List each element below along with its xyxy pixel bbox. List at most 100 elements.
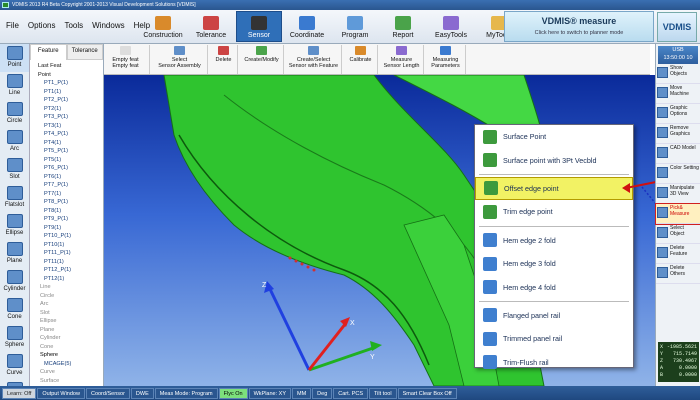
menu-item-surface-point[interactable]: Surface Point xyxy=(475,125,633,148)
right-tool-move-machine[interactable]: Move Machine xyxy=(656,84,700,104)
toolbar-button-empty-feat[interactable]: Empty feat Empty feat xyxy=(102,45,150,74)
feature-tree-item[interactable]: PT11_P(1) xyxy=(34,249,101,258)
feature-tree-item[interactable]: PT3_P(1) xyxy=(34,113,101,122)
right-tool-graphic-options[interactable]: Graphic Options xyxy=(656,104,700,124)
menu-options[interactable]: Options xyxy=(28,21,56,30)
menu-item-trimmed-panel-rail[interactable]: Trimmed panel rail xyxy=(475,327,633,350)
feature-type-point[interactable]: Point xyxy=(0,44,29,72)
toolbar-button-create-modify[interactable]: Create/Modify xyxy=(240,45,284,74)
feature-tree-item[interactable]: PT1(1) xyxy=(34,88,101,97)
feature-tree-item[interactable]: PT9(1) xyxy=(34,224,101,233)
feature-tree-item[interactable]: Last Feat xyxy=(34,62,101,71)
menu-item-offset-edge-point[interactable]: Offset edge point xyxy=(475,176,633,201)
status-tilt-tool[interactable]: Tilt tool xyxy=(369,387,397,399)
toolbar-button-calibrate[interactable]: Calibrate xyxy=(344,45,378,74)
feature-tree-item[interactable]: PT7_P(1) xyxy=(34,181,101,190)
tab-construction[interactable]: Construction xyxy=(140,11,186,42)
feature-type-circle[interactable]: Circle xyxy=(0,100,29,128)
feature-tree-item[interactable]: PT1_P(1) xyxy=(34,79,101,88)
feature-tree-item[interactable]: PT9_P(1) xyxy=(34,215,101,224)
feature-tree-item[interactable]: PT12_P(1) xyxy=(34,266,101,275)
feature-tree-item[interactable]: Surface xyxy=(34,377,101,386)
status-dwe[interactable]: DWE xyxy=(130,387,154,399)
status-deg[interactable]: Deg xyxy=(312,387,333,399)
feature-type-slot[interactable]: Slot xyxy=(0,156,29,184)
feature-tree-item[interactable]: Line xyxy=(34,283,101,292)
toolbar-button-delete[interactable]: Delete xyxy=(210,45,238,74)
menu-item-hem-edge-2-fold[interactable]: Hem edge 2 fold xyxy=(475,229,633,252)
tab-feature[interactable]: Feature xyxy=(30,44,67,60)
feature-tree-item[interactable]: PT10_P(1) xyxy=(34,232,101,241)
feature-tree-item[interactable]: Slot xyxy=(34,309,101,318)
feature-tree-item[interactable]: PT7(1) xyxy=(34,190,101,199)
toolbar-button-create-select[interactable]: Create/Select Sensor with Feature xyxy=(286,45,342,74)
toolbar-button-measure[interactable]: Measure Sensor Length xyxy=(380,45,424,74)
feature-tree-item[interactable]: PT5_P(1) xyxy=(34,147,101,156)
right-tool-cad-model[interactable]: CAD Model xyxy=(656,144,700,164)
status-mm[interactable]: MM xyxy=(292,387,312,399)
feature-tree-item[interactable]: PT8(1) xyxy=(34,207,101,216)
right-tool-select-object[interactable]: Select Object xyxy=(656,224,700,244)
feature-type-plane[interactable]: Plane xyxy=(0,240,29,268)
toolbar-button-measuring[interactable]: Measuring Parameters xyxy=(426,45,466,74)
tab-sensor[interactable]: Sensor xyxy=(236,11,282,42)
feature-tree-item[interactable]: Circle xyxy=(34,292,101,301)
status-smart-clear-box-off[interactable]: Smart Clear Box Off xyxy=(397,387,457,399)
tab-tolerance[interactable]: Tolerance xyxy=(188,11,234,42)
feature-tree-item[interactable]: PT11(1) xyxy=(34,258,101,267)
menu-item-hem-edge-4-fold[interactable]: Hem edge 4 fold xyxy=(475,275,633,298)
feature-tree-item[interactable]: MCAGE(5) xyxy=(34,360,101,369)
feature-type-ellipse[interactable]: Ellipse xyxy=(0,212,29,240)
feature-tree-item[interactable]: Ellipse xyxy=(34,317,101,326)
feature-tree-item[interactable]: Arc xyxy=(34,300,101,309)
status-cart-pcs[interactable]: Cart. PCS xyxy=(333,387,369,399)
status-coord-sensor[interactable]: Coord/Sensor xyxy=(85,387,130,399)
feature-tree-item[interactable]: PT6_P(1) xyxy=(34,164,101,173)
feature-tree-item[interactable]: PT3(1) xyxy=(34,122,101,131)
feature-type-line[interactable]: Line xyxy=(0,72,29,100)
feature-tree-item[interactable]: Sphere xyxy=(34,351,101,360)
vdmis-mode-switch[interactable]: VDMIS® measure Click here to switch to p… xyxy=(504,11,654,42)
status-learn-off[interactable]: Learn: Off xyxy=(2,387,37,399)
feature-type-arc[interactable]: Arc xyxy=(0,128,29,156)
feature-tree-item[interactable]: Cylinder xyxy=(34,334,101,343)
right-tool-delete-others[interactable]: Delete Others xyxy=(656,264,700,284)
status-flyc-on[interactable]: Flyc On xyxy=(218,387,248,399)
toolbar-button-select[interactable]: Select Sensor Assembly xyxy=(152,45,208,74)
feature-tree-item[interactable]: PT2(1) xyxy=(34,105,101,114)
tab-report[interactable]: Report xyxy=(380,11,426,42)
feature-type-flatslot[interactable]: Flatslot xyxy=(0,184,29,212)
feature-tree-item[interactable]: PT8_P(1) xyxy=(34,198,101,207)
right-tool-pick-measure[interactable]: Pick& Measure xyxy=(655,203,700,225)
tab-program[interactable]: Program xyxy=(332,11,378,42)
menu-windows[interactable]: Windows xyxy=(92,21,124,30)
feature-tree-item[interactable]: Point xyxy=(34,71,101,80)
feature-type-sphere[interactable]: Sphere xyxy=(0,324,29,352)
right-tool-color-setting[interactable]: Color Setting xyxy=(656,164,700,184)
right-tool-show-objects[interactable]: Show Objects xyxy=(656,64,700,84)
tab-tolerance[interactable]: Tolerance xyxy=(66,44,103,60)
feature-tree-item[interactable]: PT12(1) xyxy=(34,275,101,284)
feature-tree-item[interactable]: PT4_P(1) xyxy=(34,130,101,139)
status-meas-mode-program[interactable]: Meas Mode: Program xyxy=(154,387,218,399)
feature-tree-item[interactable]: PT10(1) xyxy=(34,241,101,250)
right-tool-manipulate-3d-view[interactable]: Manipulate 3D View xyxy=(656,184,700,204)
feature-tree-item[interactable]: PT6(1) xyxy=(34,173,101,182)
tab-easytools[interactable]: EasyTools xyxy=(428,11,474,42)
menu-tools[interactable]: Tools xyxy=(64,21,83,30)
status-wkplane-xy[interactable]: WkPlane: XY xyxy=(248,387,291,399)
feature-tree-item[interactable]: Curve xyxy=(34,368,101,377)
feature-tree-item[interactable]: PT4(1) xyxy=(34,139,101,148)
menu-item-hem-edge-3-fold[interactable]: Hem edge 3 fold xyxy=(475,252,633,275)
feature-type-curve[interactable]: Curve xyxy=(0,352,29,380)
right-tool-delete-feature[interactable]: Delete Feature xyxy=(656,244,700,264)
right-tool-remove-graphics[interactable]: Remove Graphics xyxy=(656,124,700,144)
feature-tree-item[interactable]: Cone xyxy=(34,343,101,352)
menu-item-flanged-panel-rail[interactable]: Flanged panel rail xyxy=(475,304,633,327)
feature-tree-item[interactable]: Plane xyxy=(34,326,101,335)
tab-coordinate[interactable]: Coordinate xyxy=(284,11,330,42)
feature-type-cone[interactable]: Cone xyxy=(0,296,29,324)
menu-item-trim-edge-point[interactable]: Trim edge point xyxy=(475,200,633,223)
status-output-window[interactable]: Output Window xyxy=(37,387,85,399)
menu-item-surface-point-with-3pt-vecbld[interactable]: Surface point with 3Pt Vecbld xyxy=(475,148,633,171)
